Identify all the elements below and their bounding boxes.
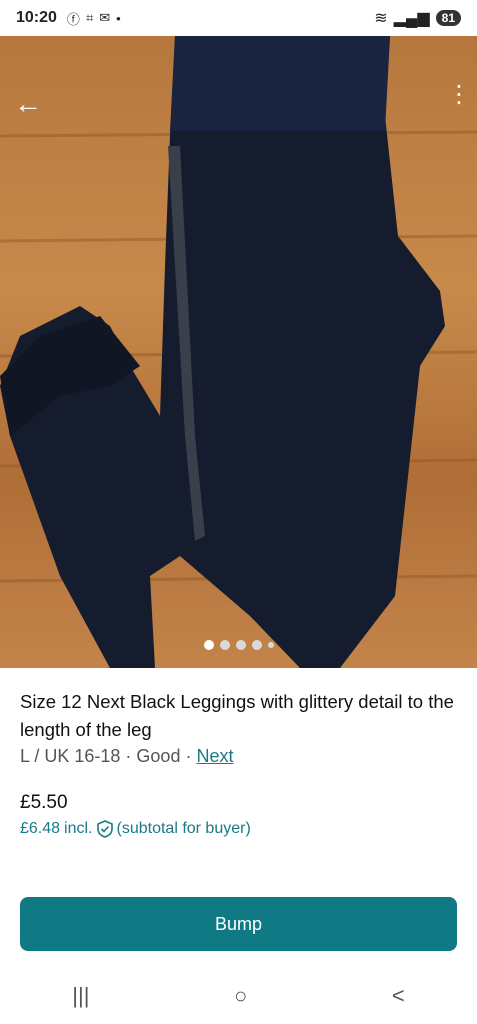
back-arrow-icon[interactable]: ← bbox=[14, 90, 42, 118]
price-incl-note: (subtotal for buyer) bbox=[116, 820, 251, 837]
status-time: 10:20 bbox=[16, 9, 57, 26]
home-icon[interactable]: ○ bbox=[234, 983, 247, 1009]
dot-icon: • bbox=[116, 10, 121, 26]
screenshot-icon: ⌗ bbox=[85, 10, 94, 25]
mail-icon: ✉ bbox=[99, 10, 111, 25]
wifi-icon: ≋ bbox=[374, 10, 388, 27]
price-incl-value: £6.48 bbox=[20, 820, 61, 837]
pagination-dot[interactable] bbox=[251, 640, 262, 650]
pagination-dot[interactable] bbox=[203, 640, 214, 650]
status-bar: 10:20 ⓕ ⌗ ✉ • ≋ ▂▄▆ 81 bbox=[0, 0, 477, 36]
item-size: L / UK 16-18 bbox=[20, 746, 121, 766]
pagination-dot[interactable] bbox=[219, 640, 230, 650]
battery-indicator: 81 bbox=[435, 10, 461, 26]
pagination-dot[interactable] bbox=[235, 640, 246, 650]
more-options-icon[interactable]: ⋮ bbox=[447, 83, 471, 120]
back-icon[interactable]: < bbox=[392, 983, 405, 1009]
separator: · bbox=[185, 746, 192, 766]
signal-icon: ▂▄▆ bbox=[393, 10, 430, 27]
item-condition: Good bbox=[136, 746, 181, 766]
item-price: £5.50 bbox=[20, 792, 68, 813]
item-brand-link[interactable]: Next bbox=[197, 746, 234, 766]
bump-button[interactable]: Bump bbox=[20, 897, 457, 951]
item-meta: L / UK 16-18 · Good · Next bbox=[20, 746, 234, 767]
system-navigation-bar: ||| ○ < bbox=[0, 968, 477, 1024]
shield-check-icon bbox=[96, 820, 113, 838]
price-incl-label: incl. bbox=[64, 820, 93, 837]
facebook-icon: ⓕ bbox=[66, 11, 80, 27]
recents-icon[interactable]: ||| bbox=[72, 983, 89, 1009]
gallery-pagination bbox=[0, 640, 477, 650]
separator: · bbox=[125, 746, 132, 766]
leggings-image bbox=[0, 36, 477, 668]
pagination-dot[interactable] bbox=[267, 642, 274, 648]
buyer-protection-price[interactable]: £6.48 incl. (subtotal for buyer) bbox=[20, 820, 251, 838]
item-photo[interactable]: ← ⋮ bbox=[0, 36, 477, 668]
item-title: Size 12 Next Black Leggings with glitter… bbox=[20, 691, 454, 740]
